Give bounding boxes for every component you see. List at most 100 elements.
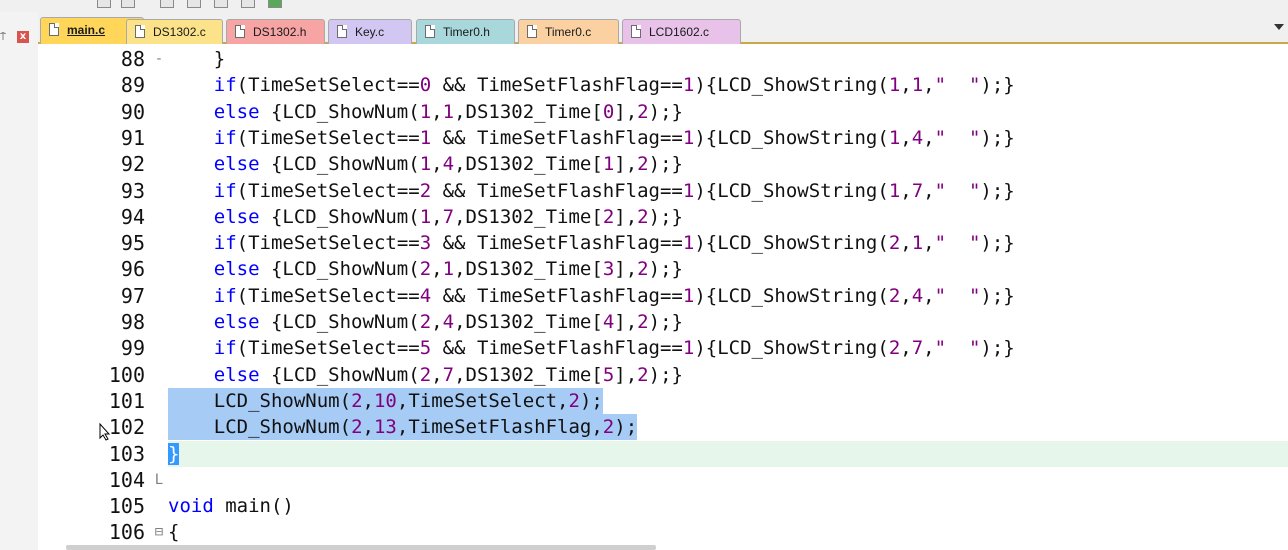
code-text[interactable]: {	[168, 519, 179, 545]
layout-icon[interactable]	[160, 0, 174, 8]
tab-ds1302-c[interactable]: DS1302.c	[126, 19, 223, 44]
code-text[interactable]: else {LCD_ShowNum(2,1,DS1302_Time[3],2);…	[168, 256, 683, 282]
code-text[interactable]: if(TimeSetSelect==5 && TimeSetFlashFlag=…	[168, 335, 1015, 361]
line-number: 105	[108, 494, 145, 519]
fold-marker[interactable]	[150, 362, 168, 388]
fold-marker[interactable]	[150, 125, 168, 151]
tab-list-dropdown-icon[interactable]	[1274, 24, 1284, 30]
fold-marker[interactable]	[150, 99, 168, 125]
fold-marker[interactable]	[150, 388, 168, 414]
fold-marker[interactable]	[150, 230, 168, 256]
code-editor[interactable]: 88- } 89 if(TimeSetSelect==0 && TimeSetFl…	[38, 44, 1288, 550]
code-line[interactable]: 90 else {LCD_ShowNum(1,1,DS1302_Time[0],…	[38, 99, 1288, 125]
fold-marker[interactable]: ⊟	[150, 519, 168, 545]
line-number: 100	[108, 362, 145, 387]
fold-marker[interactable]	[150, 72, 168, 98]
code-text[interactable]: LCD_ShowNum(2,10,TimeSetSelect,2);	[168, 387, 603, 414]
code-text[interactable]: if(TimeSetSelect==0 && TimeSetFlashFlag=…	[168, 72, 1015, 98]
code-line[interactable]: 93 if(TimeSetSelect==2 && TimeSetFlashFl…	[38, 178, 1288, 204]
line-number: 91	[120, 125, 145, 150]
code-text[interactable]: if(TimeSetSelect==2 && TimeSetFlashFlag=…	[168, 178, 1015, 204]
code-line[interactable]: 99 if(TimeSetSelect==5 && TimeSetFlashFl…	[38, 335, 1288, 361]
file-icon	[135, 25, 145, 38]
download-icon[interactable]	[241, 0, 255, 8]
fold-marker[interactable]	[150, 204, 168, 230]
horizontal-scrollbar[interactable]	[66, 545, 656, 550]
code-line[interactable]: 94 else {LCD_ShowNum(1,7,DS1302_Time[2],…	[38, 204, 1288, 230]
line-number: 90	[120, 99, 145, 124]
code-line[interactable]: 92 else {LCD_ShowNum(1,4,DS1302_Time[1],…	[38, 151, 1288, 177]
line-number: 88	[120, 47, 145, 71]
tab-label: Timer0.c	[545, 25, 592, 39]
code-line[interactable]: 102 LCD_ShowNum(2,13,TimeSetFlashFlag,2)…	[38, 414, 1288, 441]
line-number: 93	[120, 178, 145, 203]
fold-marker[interactable]	[150, 151, 168, 177]
fold-marker[interactable]	[150, 309, 168, 335]
file-icon	[527, 25, 537, 38]
code-line[interactable]: 101 LCD_ShowNum(2,10,TimeSetSelect,2);	[38, 387, 1288, 414]
tab-key-c[interactable]: Key.c	[328, 19, 412, 44]
code-text[interactable]: if(TimeSetSelect==1 && TimeSetFlashFlag=…	[168, 125, 1015, 151]
file-icon	[235, 25, 245, 38]
diamond-icon[interactable]	[214, 0, 228, 8]
code-line[interactable]: 100 else {LCD_ShowNum(2,7,DS1302_Time[5]…	[38, 362, 1288, 388]
project-pane: ⍑ x	[0, 12, 39, 550]
code-line[interactable]: 103}	[109, 440, 1288, 467]
line-number: 106	[108, 520, 145, 545]
code-line[interactable]: 105 void main()	[38, 493, 1288, 519]
line-number: 104	[108, 467, 145, 492]
code-line[interactable]: 104 L	[38, 467, 1288, 493]
fold-marker[interactable]	[150, 493, 168, 519]
pin-icon[interactable]: ⍑	[0, 32, 10, 44]
code-line[interactable]: 95 if(TimeSetSelect==3 && TimeSetFlashFl…	[38, 230, 1288, 256]
file-icon	[337, 25, 347, 38]
file-icon	[631, 25, 641, 38]
code-text[interactable]: else {LCD_ShowNum(1,4,DS1302_Time[1],2);…	[168, 151, 683, 177]
code-text[interactable]: }	[168, 46, 225, 72]
code-text[interactable]: LCD_ShowNum(2,13,TimeSetFlashFlag,2);	[168, 414, 638, 441]
tab-label: main.c	[67, 23, 106, 37]
code-text[interactable]: void main()	[168, 493, 294, 519]
tab-ds1302-h[interactable]: DS1302.h	[226, 19, 325, 44]
file-icon	[49, 23, 59, 36]
code-line[interactable]: 91 if(TimeSetSelect==1 && TimeSetFlashFl…	[38, 125, 1288, 151]
line-number: 97	[120, 283, 145, 308]
code-text[interactable]: }	[168, 441, 180, 467]
fold-marker[interactable]	[150, 256, 168, 282]
fold-marker[interactable]	[150, 283, 168, 309]
tab-timer0-c[interactable]: Timer0.c	[518, 19, 619, 44]
tab-label: DS1302.h	[253, 25, 307, 39]
fold-marker[interactable]: L	[150, 467, 168, 493]
fold-marker[interactable]: -	[150, 46, 168, 72]
code-line[interactable]: 98 else {LCD_ShowNum(2,4,DS1302_Time[4],…	[38, 309, 1288, 335]
code-text[interactable]: else {LCD_ShowNum(1,7,DS1302_Time[2],2);…	[168, 204, 683, 230]
fold-marker[interactable]	[150, 178, 168, 204]
line-number: 99	[120, 336, 145, 361]
fold-marker[interactable]	[150, 414, 168, 440]
code-text[interactable]: else {LCD_ShowNum(2,4,DS1302_Time[4],2);…	[168, 309, 683, 335]
tab-label: LCD1602.c	[649, 25, 710, 39]
code-text[interactable]: if(TimeSetSelect==4 && TimeSetFlashFlag=…	[168, 283, 1015, 309]
code-text[interactable]: if(TimeSetSelect==3 && TimeSetFlashFlag=…	[168, 230, 1015, 256]
code-line[interactable]: 96 else {LCD_ShowNum(2,1,DS1302_Time[3],…	[38, 256, 1288, 282]
debug-icon[interactable]	[268, 0, 282, 8]
code-line[interactable]: 97 if(TimeSetSelect==4 && TimeSetFlashFl…	[38, 283, 1288, 309]
close-icon[interactable]: x	[17, 31, 29, 43]
build-icon[interactable]	[121, 0, 135, 8]
grid-icon[interactable]	[187, 0, 201, 8]
line-number: 94	[120, 204, 145, 229]
window-icon[interactable]	[97, 0, 111, 8]
code-text[interactable]: else {LCD_ShowNum(2,7,DS1302_Time[5],2);…	[168, 362, 683, 388]
line-number: 89	[120, 73, 145, 98]
tab-lcd1602-c[interactable]: LCD1602.c	[622, 19, 741, 44]
tab-timer0-h[interactable]: Timer0.h	[416, 19, 515, 44]
fold-marker[interactable]	[150, 335, 168, 361]
code-line[interactable]: 89 if(TimeSetSelect==0 && TimeSetFlashFl…	[38, 72, 1288, 98]
code-line[interactable]: 88- }	[38, 46, 1288, 72]
code-line[interactable]: 106 ⊟{	[38, 519, 1288, 545]
fold-marker[interactable]	[150, 441, 168, 467]
tab-label: Key.c	[355, 25, 385, 39]
line-number: 102	[108, 415, 145, 440]
line-number: 103	[108, 441, 145, 466]
code-text[interactable]: else {LCD_ShowNum(1,1,DS1302_Time[0],2);…	[168, 99, 683, 125]
